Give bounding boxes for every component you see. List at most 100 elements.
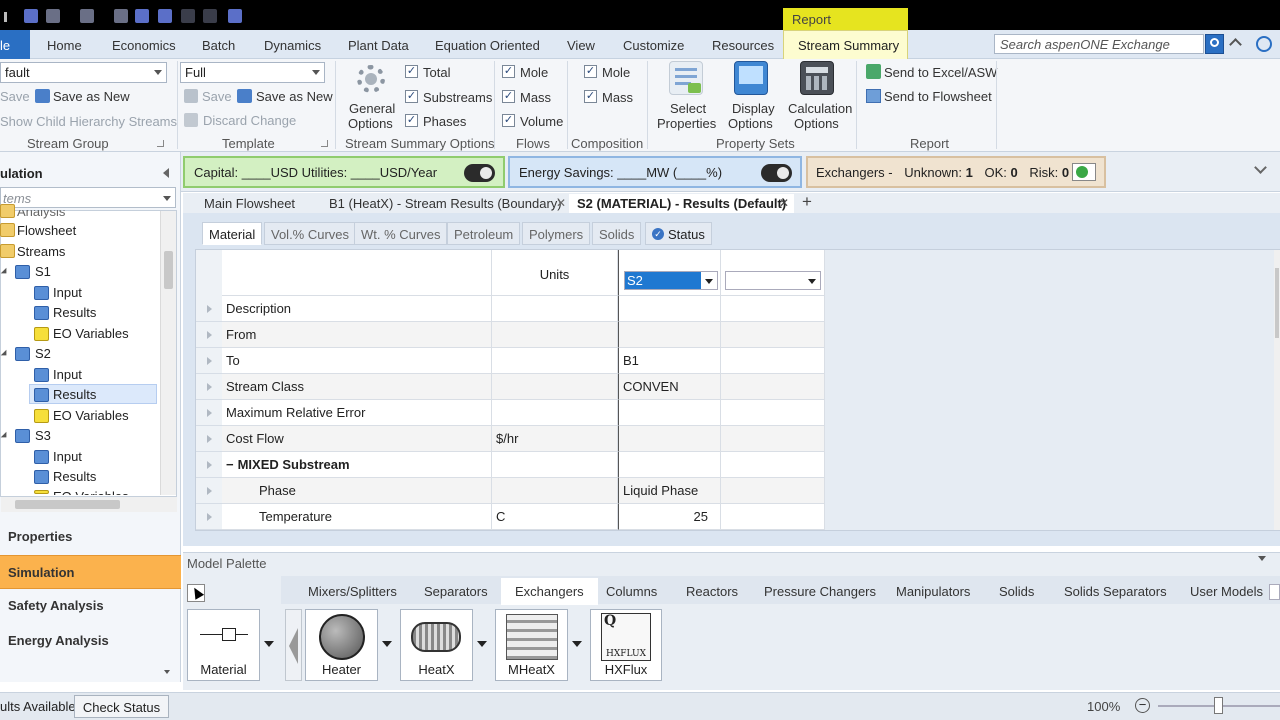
- energy-savings-box[interactable]: Energy Savings: ____MW (____%): [508, 156, 802, 188]
- run-icon[interactable]: [203, 9, 217, 23]
- composition-mass-checkbox[interactable]: ✓: [584, 90, 597, 103]
- template-save-button[interactable]: Save: [202, 89, 232, 104]
- palette-tab-user-models[interactable]: User Models: [1190, 584, 1263, 599]
- row-to-value-2[interactable]: [721, 348, 825, 374]
- row-header[interactable]: [196, 478, 222, 504]
- tab-main-flowsheet[interactable]: Main Flowsheet: [196, 194, 303, 213]
- flows-mole-checkbox[interactable]: ✓: [502, 65, 515, 78]
- dialog-launcher-icon[interactable]: [321, 140, 328, 147]
- display-options-line2[interactable]: Options: [728, 116, 773, 131]
- palette-tab-solids-separators[interactable]: Solids Separators: [1064, 584, 1167, 599]
- discard-change-button[interactable]: Discard Change: [203, 113, 296, 128]
- tab-wt-curves[interactable]: Wt. % Curves: [354, 222, 448, 245]
- chevron-down-icon[interactable]: [264, 641, 274, 647]
- stream-group-select[interactable]: fault: [0, 62, 167, 83]
- zoom-slider-thumb[interactable]: [1214, 697, 1223, 714]
- row-max-rel-error-value-2[interactable]: [721, 400, 825, 426]
- nav-simulation-button[interactable]: Simulation: [0, 555, 181, 589]
- stream-group-save-button[interactable]: Save: [0, 89, 30, 104]
- row-header[interactable]: [196, 348, 222, 374]
- select-properties-line1[interactable]: Select: [670, 101, 706, 116]
- row-max-rel-error-value[interactable]: [618, 400, 721, 426]
- calculator-icon[interactable]: [800, 61, 834, 95]
- tab-batch[interactable]: Batch: [202, 38, 235, 53]
- row-from-value[interactable]: [618, 322, 721, 348]
- general-options-line2[interactable]: Options: [348, 116, 393, 131]
- search-input[interactable]: Search aspenONE Exchange: [994, 34, 1204, 54]
- app-menu-icon[interactable]: [4, 12, 7, 22]
- tree-item-s1-eo-variables[interactable]: EO Variables: [53, 326, 129, 341]
- step-icon[interactable]: [181, 9, 195, 23]
- calculation-options-line1[interactable]: Calculation: [788, 101, 852, 116]
- tab-economics[interactable]: Economics: [112, 38, 176, 53]
- stream-group-save-as-new-button[interactable]: Save as New: [53, 89, 130, 104]
- row-header[interactable]: [196, 504, 222, 530]
- zoom-out-icon[interactable]: −: [1135, 698, 1150, 713]
- row-mixed-value[interactable]: [618, 452, 721, 478]
- row-stream-class-value-2[interactable]: [721, 374, 825, 400]
- select-properties-line2[interactable]: Properties: [657, 116, 716, 131]
- general-options-line1[interactable]: General: [349, 101, 395, 116]
- network-icon[interactable]: [135, 9, 149, 23]
- stream-select-2[interactable]: [725, 271, 821, 290]
- tab-equation-oriented[interactable]: Equation Oriented: [435, 38, 540, 53]
- tab-status[interactable]: ✓ Status: [645, 222, 712, 245]
- row-description-value-2[interactable]: [721, 296, 825, 322]
- palette-tab-reactors[interactable]: Reactors: [686, 584, 738, 599]
- tree-vertical-scrollbar[interactable]: [160, 211, 176, 495]
- row-phase-value[interactable]: Liquid Phase: [618, 478, 721, 504]
- flows-volume-checkbox[interactable]: ✓: [502, 114, 515, 127]
- row-cost-flow-value-2[interactable]: [721, 426, 825, 452]
- help-icon[interactable]: [1256, 36, 1272, 52]
- tab-home[interactable]: Home: [47, 38, 82, 53]
- tree-item-s3-eo-variables[interactable]: EO Variables: [53, 489, 129, 495]
- tree-item-s3[interactable]: S3: [35, 428, 51, 443]
- tree-item-s2-results[interactable]: Results: [53, 387, 96, 402]
- row-to-value[interactable]: B1: [618, 348, 721, 374]
- palette-collapse-icon[interactable]: [1258, 556, 1266, 561]
- palette-scroll-left-icon[interactable]: [1269, 584, 1280, 600]
- tab-b1-stream-results[interactable]: B1 (HeatX) - Stream Results (Boundary): [321, 194, 570, 213]
- chevron-down-icon[interactable]: [163, 196, 171, 201]
- total-checkbox[interactable]: ✓: [405, 65, 418, 78]
- pointer-tool-icon[interactable]: [187, 584, 205, 602]
- tab-plant-data[interactable]: Plant Data: [348, 38, 409, 53]
- tree-item-s2-input[interactable]: Input: [53, 367, 82, 382]
- tab-vol-curves[interactable]: Vol.% Curves: [264, 222, 357, 245]
- palette-close-icon[interactable]: [1274, 556, 1280, 566]
- collapse-nav-icon[interactable]: [163, 168, 169, 178]
- next-icon[interactable]: [114, 9, 128, 23]
- file-tab[interactable]: le: [0, 30, 30, 59]
- gear-icon[interactable]: [354, 62, 388, 96]
- close-icon[interactable]: ✕: [779, 196, 789, 210]
- energy-toggle[interactable]: [761, 164, 792, 182]
- stream-select[interactable]: S2: [624, 271, 718, 290]
- row-mixed-value-2[interactable]: [721, 452, 825, 478]
- nav-more-icon[interactable]: [164, 670, 170, 674]
- chevron-down-icon[interactable]: [572, 641, 582, 647]
- tree-item-s3-results[interactable]: Results: [53, 469, 96, 484]
- chevron-down-icon[interactable]: [382, 641, 392, 647]
- composition-mole-checkbox[interactable]: ✓: [584, 65, 597, 78]
- nav-safety-analysis-button[interactable]: Safety Analysis: [0, 589, 181, 623]
- tree-item-streams[interactable]: Streams: [17, 244, 65, 259]
- mheatx-model-button[interactable]: MHeatX: [495, 609, 568, 681]
- palette-tab-manipulators[interactable]: Manipulators: [896, 584, 970, 599]
- tree-item-flowsheet[interactable]: Flowsheet: [17, 223, 76, 238]
- show-child-hierarchy-button[interactable]: Show Child Hierarchy Streams: [0, 114, 177, 129]
- calculation-options-line2[interactable]: Options: [794, 116, 839, 131]
- tab-polymers[interactable]: Polymers: [522, 222, 591, 245]
- row-header[interactable]: [196, 374, 222, 400]
- row-temperature-value-2[interactable]: [721, 504, 825, 530]
- row-from-value-2[interactable]: [721, 322, 825, 348]
- tree-item-s2[interactable]: S2: [35, 346, 51, 361]
- tree-item-s3-input[interactable]: Input: [53, 449, 82, 464]
- scroll-thumb[interactable]: [15, 500, 120, 509]
- search-icon[interactable]: [1205, 34, 1224, 54]
- grid-vertical-scrollbar[interactable]: [1274, 250, 1280, 530]
- palette-tab-pressure-changers[interactable]: Pressure Changers: [764, 584, 876, 599]
- save-icon[interactable]: [24, 9, 38, 23]
- new-tab-icon[interactable]: +: [802, 192, 812, 212]
- flows-mass-checkbox[interactable]: ✓: [502, 90, 515, 103]
- scroll-thumb[interactable]: [1275, 268, 1279, 338]
